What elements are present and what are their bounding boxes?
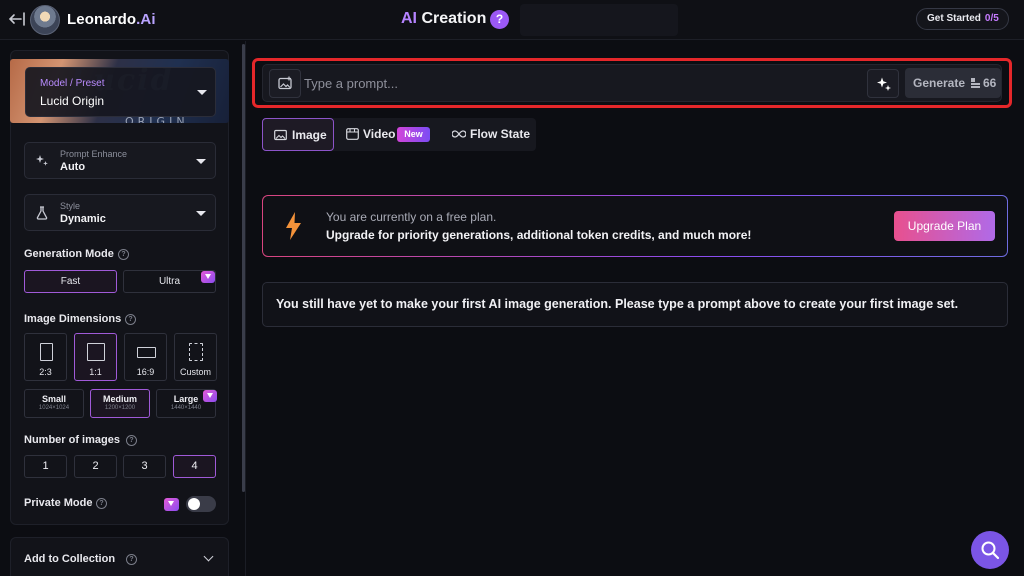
new-badge: New xyxy=(397,127,430,142)
caret-down-icon xyxy=(197,90,207,95)
size-medium[interactable]: Medium 1200×1200 xyxy=(90,389,150,418)
collapse-sidebar-icon[interactable] xyxy=(8,11,26,27)
custom-ratio-icon xyxy=(189,343,203,361)
token-icon xyxy=(970,77,981,89)
ratio-label: 1:1 xyxy=(89,367,102,377)
model-preset-label: Model / Preset xyxy=(40,78,105,89)
header-placeholder xyxy=(520,4,678,36)
lightning-icon xyxy=(285,212,302,240)
tab-label: Image xyxy=(292,128,327,142)
size-resolution: 1440×1440 xyxy=(170,405,202,411)
add-to-collection-label: Add to Collection xyxy=(24,553,116,565)
brand-logo[interactable]: Leonardo.Ai xyxy=(67,11,156,28)
avatar[interactable] xyxy=(30,5,60,35)
sparkle-icon xyxy=(877,77,891,91)
prompt-enhance-value: Auto xyxy=(60,161,86,173)
upgrade-benefits-text: Upgrade for priority generations, additi… xyxy=(326,228,752,242)
sidebar-scrollbar[interactable] xyxy=(242,44,245,492)
prompt-input[interactable] xyxy=(304,74,844,92)
token-cost: 66 xyxy=(983,76,997,90)
premium-gem-icon xyxy=(164,498,179,511)
generate-button[interactable]: Generate 66 xyxy=(905,68,1001,98)
image-icon xyxy=(274,129,287,141)
info-icon[interactable]: ? xyxy=(118,249,129,260)
sparkle-icon xyxy=(35,154,49,168)
size-resolution: 1200×1200 xyxy=(104,405,136,411)
image-dimensions-label: Image Dimensions xyxy=(24,313,122,325)
image-add-icon xyxy=(278,76,292,90)
style-value: Dynamic xyxy=(60,213,106,225)
ratio-2-3[interactable]: 2:3 xyxy=(24,333,67,381)
ratio-1-1[interactable]: 1:1 xyxy=(74,333,117,381)
tab-flow-state[interactable]: Flow State xyxy=(440,118,536,151)
premium-gem-icon xyxy=(201,271,215,283)
num-images-3[interactable]: 3 xyxy=(123,455,166,478)
ratio-label: 16:9 xyxy=(136,367,155,377)
empty-state-message: You still have yet to make your first AI… xyxy=(276,297,959,311)
model-preset-select[interactable]: Model / Preset Lucid Origin xyxy=(25,67,216,117)
square-ratio-icon xyxy=(87,343,105,361)
infinity-icon xyxy=(452,129,466,141)
video-icon xyxy=(346,128,359,140)
tab-label: Flow State xyxy=(470,127,531,141)
free-plan-text: You are currently on a free plan. xyxy=(326,210,497,224)
size-small[interactable]: Small 1024×1024 xyxy=(24,389,84,418)
image-guidance-button[interactable] xyxy=(269,69,301,98)
search-fab-button[interactable] xyxy=(971,531,1009,569)
tab-image[interactable]: Image xyxy=(262,118,334,151)
get-started-button[interactable]: Get Started 0/5 xyxy=(916,8,1009,30)
ratio-label: 2:3 xyxy=(39,367,52,377)
generation-mode-fast[interactable]: Fast xyxy=(24,270,117,293)
prompt-enhance-label: Prompt Enhance xyxy=(60,149,128,159)
size-name: Medium xyxy=(102,394,137,404)
caret-down-icon xyxy=(196,211,206,216)
search-icon xyxy=(981,541,1000,560)
help-icon[interactable]: ? xyxy=(490,10,509,29)
premium-gem-icon xyxy=(203,390,217,402)
info-icon[interactable]: ? xyxy=(125,314,136,325)
upgrade-plan-button[interactable]: Upgrade Plan xyxy=(894,211,995,241)
size-name: Small xyxy=(41,394,66,404)
style-select[interactable]: Style Dynamic xyxy=(24,194,216,231)
num-images-2[interactable]: 2 xyxy=(74,455,117,478)
private-mode-label: Private Mode xyxy=(24,497,93,509)
ratio-label: Custom xyxy=(179,367,211,377)
flask-icon xyxy=(35,206,49,220)
generate-label: Generate xyxy=(913,76,966,90)
private-mode-toggle[interactable] xyxy=(186,496,216,512)
num-images-1[interactable]: 1 xyxy=(24,455,67,478)
ratio-custom[interactable]: Custom xyxy=(174,333,217,381)
model-preset-value: Lucid Origin xyxy=(40,94,105,108)
style-label: Style xyxy=(60,201,81,211)
landscape-ratio-icon xyxy=(137,347,156,358)
caret-down-icon xyxy=(196,159,206,164)
num-images-4[interactable]: 4 xyxy=(173,455,216,478)
generation-mode-label: Generation Mode xyxy=(24,248,114,260)
portrait-ratio-icon xyxy=(40,343,53,361)
info-icon[interactable]: ? xyxy=(126,554,137,565)
page-title: AI Creation xyxy=(401,10,487,27)
number-of-images-label: Number of images xyxy=(24,434,120,446)
prompt-enhance-button[interactable] xyxy=(867,69,899,98)
add-to-collection[interactable]: Add to Collection ? xyxy=(10,537,229,576)
ratio-16-9[interactable]: 16:9 xyxy=(124,333,167,381)
size-resolution: 1024×1024 xyxy=(38,405,70,411)
chevron-down-icon xyxy=(203,551,214,562)
info-icon[interactable]: ? xyxy=(126,435,137,446)
tab-label: Video xyxy=(363,127,396,141)
info-icon[interactable]: ? xyxy=(96,498,107,509)
prompt-enhance-select[interactable]: Prompt Enhance Auto xyxy=(24,142,216,179)
